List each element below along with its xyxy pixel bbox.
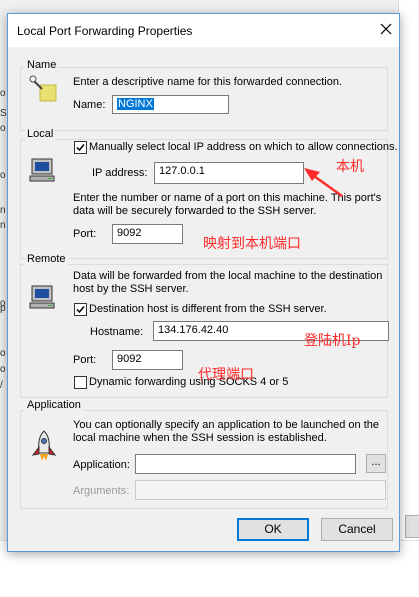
remote-port-input[interactable]: 9092 <box>112 350 183 370</box>
browse-button[interactable]: ... <box>366 454 386 473</box>
destination-host-checkbox-label: Destination host is different from the S… <box>89 303 327 315</box>
annotation-login-machine-ip: 登陆机Ip <box>304 333 361 349</box>
background-button[interactable] <box>405 515 419 538</box>
dynamic-forwarding-checkbox-label: Dynamic forwarding using SOCKS 4 or 5 <box>89 376 289 388</box>
application-help-line1: You can optionally specify an applicatio… <box>73 419 379 431</box>
background-right-panel <box>398 0 419 540</box>
port-forwarding-dialog: Local Port Forwarding Properties Name En… <box>7 13 400 552</box>
annotation-map-to-local-port: 映射到本机端口 <box>203 236 301 252</box>
ok-button[interactable]: OK <box>237 518 309 541</box>
tag-icon <box>28 73 60 105</box>
remote-help-line1: Data will be forwarded from the local ma… <box>73 270 383 282</box>
application-group-label: Application <box>25 399 83 411</box>
close-icon[interactable] <box>378 21 394 37</box>
manual-ip-checkbox-label: Manually select local IP address on whic… <box>89 141 398 153</box>
remote-group-label: Remote <box>25 253 68 265</box>
remote-help-line2: host by the SSH server. <box>73 283 189 295</box>
manual-ip-checkbox[interactable] <box>74 141 87 154</box>
ip-address-input[interactable]: 127.0.0.1 <box>154 162 304 184</box>
annotation-arrow-icon <box>302 164 344 198</box>
cancel-button[interactable]: Cancel <box>321 518 393 541</box>
local-port-input[interactable]: 9092 <box>112 224 183 244</box>
arguments-label: Arguments: <box>73 485 130 497</box>
computer-icon <box>28 282 60 314</box>
window-title: Local Port Forwarding Properties <box>17 24 193 38</box>
title-bar: Local Port Forwarding Properties <box>8 14 399 47</box>
hostname-label: Hostname: <box>90 326 144 338</box>
rocket-icon <box>28 429 60 465</box>
local-port-label: Port: <box>73 228 97 240</box>
application-input[interactable] <box>135 454 356 474</box>
dynamic-forwarding-checkbox[interactable] <box>74 376 87 389</box>
application-help-line2: local machine when the SSH session is es… <box>73 432 327 444</box>
name-label: Name: <box>73 99 106 111</box>
name-group-label: Name <box>25 59 59 71</box>
annotation-proxy-port: 代理端口 <box>198 367 254 383</box>
application-label: Application: <box>73 459 130 471</box>
name-input[interactable]: NGINX <box>112 95 229 114</box>
remote-port-label: Port: <box>73 354 97 366</box>
computer-icon <box>28 155 60 187</box>
arguments-input[interactable] <box>135 480 386 500</box>
name-value: NGINX <box>117 98 154 110</box>
local-group-label: Local <box>25 128 56 140</box>
port-help-line2: data will be securely forwarded to the S… <box>73 205 317 217</box>
ip-address-label: IP address: <box>92 167 148 179</box>
name-description: Enter a descriptive name for this forwar… <box>73 76 343 88</box>
destination-host-checkbox[interactable] <box>74 303 87 316</box>
